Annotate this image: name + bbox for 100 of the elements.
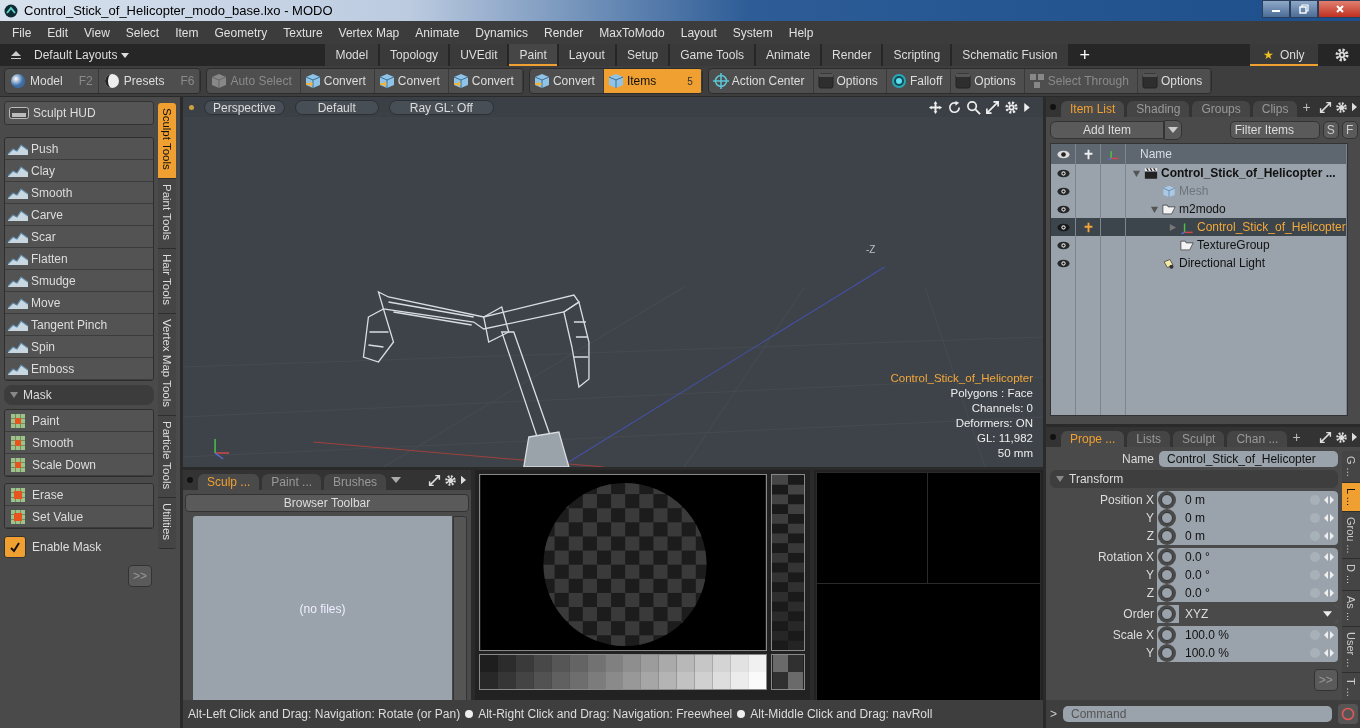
layout-tab[interactable]: Topology bbox=[380, 44, 451, 66]
tree-row[interactable]: Directional Light bbox=[1051, 254, 1347, 272]
menu-item[interactable]: MaxToModo bbox=[591, 25, 673, 40]
tool-button[interactable]: Items 5 bbox=[603, 69, 702, 93]
sculpt-tool-button[interactable]: Spin bbox=[5, 336, 153, 358]
slider-arrows-icon[interactable] bbox=[1323, 649, 1334, 657]
expand-arrow-icon[interactable] bbox=[1023, 101, 1031, 113]
panel-tab[interactable]: Clips bbox=[1252, 101, 1298, 117]
dropdown-arrow-icon[interactable] bbox=[391, 477, 402, 483]
move-icon[interactable] bbox=[928, 99, 943, 115]
slider-arrows-icon[interactable] bbox=[1323, 496, 1334, 504]
panel-tab[interactable]: Brushes bbox=[324, 474, 387, 490]
side-tab[interactable]: Particle Tools bbox=[158, 415, 176, 498]
expand-arrow-icon[interactable] bbox=[460, 475, 467, 485]
side-tab[interactable]: T ... bbox=[1341, 673, 1360, 703]
sculpt-tool-button[interactable]: Carve bbox=[5, 204, 153, 226]
collapse-arrow-icon[interactable] bbox=[10, 50, 22, 60]
keyframe-button[interactable] bbox=[1161, 551, 1173, 563]
keyframe-button[interactable] bbox=[1161, 608, 1173, 620]
menu-item[interactable]: Texture bbox=[275, 25, 331, 40]
slider-arrows-icon[interactable] bbox=[1323, 571, 1334, 579]
mask-tool-button[interactable]: Scale Down bbox=[5, 454, 153, 476]
keyframe-button[interactable] bbox=[1161, 512, 1173, 524]
tool-button[interactable]: Options bbox=[813, 69, 887, 93]
viewport-button[interactable]: Ray GL: Off bbox=[388, 99, 494, 115]
tool-button[interactable]: Options bbox=[951, 69, 1025, 93]
expanded-arrow-icon[interactable] bbox=[1132, 168, 1141, 178]
command-field[interactable]: Command bbox=[1063, 706, 1332, 722]
panel-tab[interactable]: Sculp ... bbox=[198, 474, 260, 490]
settings-icon[interactable] bbox=[1334, 430, 1348, 444]
side-tab[interactable]: Vertex Map Tools bbox=[158, 313, 176, 416]
rotate-icon[interactable] bbox=[947, 99, 962, 115]
tool-button[interactable]: Convert bbox=[529, 69, 604, 93]
layout-tab[interactable]: Model bbox=[325, 44, 381, 66]
eye-icon[interactable] bbox=[1056, 167, 1070, 179]
eye-icon[interactable] bbox=[1056, 257, 1070, 269]
filter-toggle[interactable]: F bbox=[1341, 121, 1358, 139]
settings-icon[interactable] bbox=[1333, 47, 1350, 63]
side-tab[interactable]: Sculpt Tools bbox=[158, 103, 176, 179]
layout-tab[interactable]: Render bbox=[822, 44, 884, 66]
layout-tab[interactable]: Schematic Fusion bbox=[952, 44, 1070, 66]
scrollbar[interactable] bbox=[453, 516, 467, 703]
expand-arrow-icon[interactable] bbox=[1350, 432, 1358, 442]
panel-tab[interactable]: Shading bbox=[1127, 101, 1190, 117]
panel-tab[interactable]: Chan ... bbox=[1227, 431, 1288, 447]
tool-button[interactable]: Options bbox=[1137, 69, 1212, 93]
tool-button[interactable]: Convert bbox=[374, 69, 449, 93]
eye-icon[interactable] bbox=[1056, 239, 1070, 251]
mask-tool-button[interactable]: Paint bbox=[5, 410, 153, 432]
add-item-dropdown[interactable] bbox=[1164, 120, 1182, 140]
minimize-button[interactable] bbox=[1261, 0, 1290, 18]
add-tab-button[interactable]: + bbox=[1292, 429, 1301, 445]
viewport-button[interactable]: Default bbox=[294, 99, 379, 115]
eye-icon[interactable] bbox=[1056, 221, 1070, 233]
sculpt-tool-button[interactable]: Smudge bbox=[5, 270, 153, 292]
restore-button[interactable] bbox=[1289, 0, 1318, 18]
search-icon[interactable] bbox=[966, 99, 981, 115]
menu-item[interactable]: Render bbox=[536, 25, 592, 40]
menu-item[interactable]: Animate bbox=[407, 25, 468, 40]
panel-tab[interactable]: Paint ... bbox=[262, 474, 322, 490]
side-tab[interactable]: L ... bbox=[1341, 482, 1360, 512]
tool-button[interactable]: Convert bbox=[300, 69, 375, 93]
mode-button[interactable]: Model F2 bbox=[5, 69, 99, 93]
keyframe-button[interactable] bbox=[1161, 530, 1173, 542]
keyframe-button[interactable] bbox=[1161, 494, 1173, 506]
side-tab[interactable]: Utilities bbox=[158, 497, 176, 550]
eye-icon[interactable] bbox=[1056, 203, 1070, 215]
maximize-icon[interactable] bbox=[985, 99, 1000, 115]
tree-row[interactable]: TextureGroup bbox=[1051, 236, 1347, 254]
menu-item[interactable]: Help bbox=[780, 25, 822, 40]
panel-tab[interactable]: Item List bbox=[1061, 101, 1125, 117]
menu-item[interactable]: Select bbox=[117, 25, 168, 40]
keyframe-button[interactable] bbox=[1161, 629, 1173, 641]
filter-field[interactable]: Filter Items bbox=[1229, 121, 1320, 139]
layout-tab[interactable]: Layout bbox=[558, 44, 617, 66]
panel-tab[interactable]: Groups bbox=[1192, 101, 1250, 117]
menu-item[interactable]: System bbox=[724, 25, 781, 40]
enable-mask-checkbox[interactable] bbox=[4, 536, 26, 558]
maximize-icon[interactable] bbox=[1318, 430, 1332, 444]
sculpt-tool-button[interactable]: Emboss bbox=[5, 358, 153, 380]
name-field[interactable]: Control_Stick_of_Helicopter bbox=[1159, 451, 1338, 467]
layout-tab[interactable]: Paint bbox=[509, 44, 559, 66]
side-tab[interactable]: As ... bbox=[1341, 590, 1360, 627]
section-header[interactable]: Transform bbox=[1050, 470, 1338, 488]
menu-item[interactable]: File bbox=[4, 25, 40, 40]
layout-tab[interactable]: UVEdit bbox=[450, 44, 510, 66]
sculpt-tool-button[interactable]: Smooth bbox=[5, 182, 153, 204]
eye-icon[interactable] bbox=[1056, 185, 1070, 197]
close-button[interactable] bbox=[1317, 0, 1360, 18]
tool-button[interactable]: Convert bbox=[448, 69, 523, 93]
slider-arrows-icon[interactable] bbox=[1323, 514, 1334, 522]
layout-tab[interactable]: Animate bbox=[756, 44, 823, 66]
record-button[interactable] bbox=[1337, 704, 1358, 724]
viewport-button[interactable]: Perspective bbox=[204, 99, 285, 115]
side-tab[interactable]: User ... bbox=[1341, 626, 1360, 674]
filter-toggle[interactable]: S bbox=[1322, 121, 1339, 139]
browser-toolbar-button[interactable]: Browser Toolbar bbox=[185, 494, 469, 512]
sculpt-tool-button[interactable]: Flatten bbox=[5, 248, 153, 270]
settings-icon[interactable] bbox=[444, 473, 457, 487]
slider-arrows-icon[interactable] bbox=[1323, 553, 1334, 561]
